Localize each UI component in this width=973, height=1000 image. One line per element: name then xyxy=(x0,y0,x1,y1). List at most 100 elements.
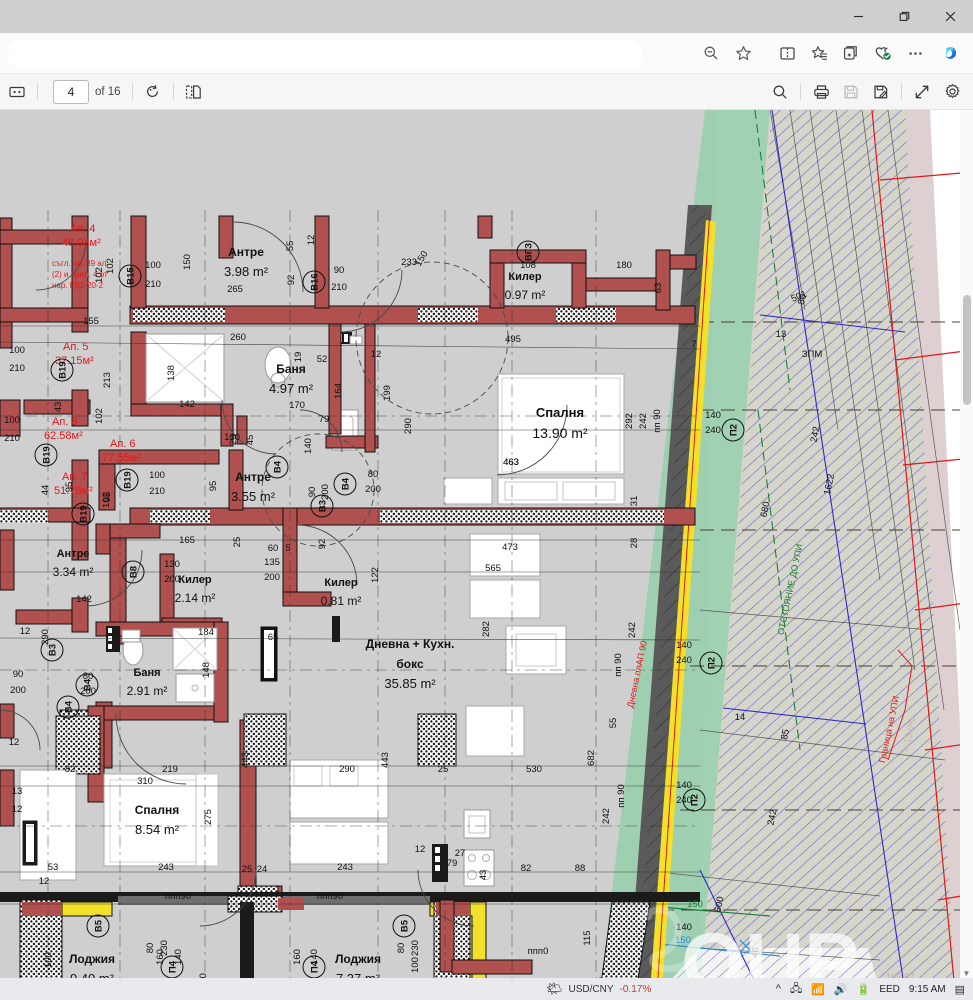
collections-add-icon[interactable] xyxy=(835,37,867,69)
dimension-label: 19 xyxy=(293,352,304,363)
dimension-label: пп 90 xyxy=(616,784,627,808)
settings-gear-icon[interactable] xyxy=(937,79,967,105)
address-bar[interactable] xyxy=(8,40,643,70)
site-annotation: 80 xyxy=(796,293,809,306)
search-icon[interactable] xyxy=(765,79,795,105)
room-area: 8.54 m² xyxy=(135,822,180,837)
dimension-label: 12 xyxy=(20,626,31,637)
room-area: 3.34 m² xyxy=(53,565,94,579)
dimension-label: 292 xyxy=(624,413,635,429)
page-layout-icon[interactable] xyxy=(179,79,209,105)
toolbar-divider-2 xyxy=(131,83,133,100)
room-area: 3.98 m² xyxy=(224,264,269,279)
apartment-number: Ап. 5 xyxy=(63,341,89,353)
dimension-label: 43 xyxy=(53,402,64,413)
chevron-up-icon[interactable]: ^ xyxy=(776,983,781,995)
dimension-label: 12 xyxy=(415,844,426,855)
dimension-label: 210 xyxy=(149,486,165,497)
room-name: Баня xyxy=(133,667,160,679)
vertical-scroll-thumb[interactable] xyxy=(963,295,971,405)
dimension-label: пп 90 xyxy=(613,653,624,677)
dimension-label: 213 xyxy=(102,372,113,388)
dimension-label: 140 xyxy=(303,438,314,454)
vertical-scrollbar[interactable]: ▼ xyxy=(960,110,973,992)
apartment-area: 48.03м² xyxy=(62,237,101,249)
dimension-label: 25 xyxy=(438,764,449,775)
dimension-label: 210 xyxy=(145,279,161,290)
tag-text: В4 xyxy=(64,700,75,713)
page-view-toggle-icon[interactable] xyxy=(2,79,32,105)
tag-text: В15 xyxy=(126,267,137,285)
pdf-document-canvas[interactable]: Антре 3.98 m² Килер 0.97 m² Баня 4.97 m² Спалн… xyxy=(0,110,973,992)
rotate-icon[interactable] xyxy=(138,79,168,105)
dimension-label: 100 xyxy=(145,260,161,271)
dimension-label: 28 xyxy=(629,538,640,549)
wifi-icon[interactable]: 📶 xyxy=(811,983,825,996)
tag-text: В16 xyxy=(310,273,321,290)
browser-essentials-icon[interactable] xyxy=(867,37,899,69)
dimension-label: 155 xyxy=(83,316,99,327)
volume-icon[interactable]: 🔊 xyxy=(834,983,848,996)
window-restore-button[interactable] xyxy=(881,0,927,33)
dimension-label: 180 xyxy=(616,260,632,271)
network-icon[interactable]: 🖧 xyxy=(790,980,802,999)
settings-more-icon[interactable] xyxy=(899,37,931,69)
dimension-label: 200 xyxy=(164,574,180,585)
fit-to-width-icon[interactable] xyxy=(907,79,937,105)
dimension-label: 164 xyxy=(333,383,344,399)
dimension-label: 43 xyxy=(478,870,489,881)
window-titlebar xyxy=(0,0,973,33)
dimension-label: 148 xyxy=(201,662,212,678)
floor-plan-drawing: Антре 3.98 m² Килер 0.97 m² Баня 4.97 m² Спалн… xyxy=(0,110,973,992)
dimension-label: 13 xyxy=(12,786,23,797)
dimension-label: 290 xyxy=(403,418,414,434)
dimension-label: 282 xyxy=(481,621,492,637)
dimension-label: 79 xyxy=(319,414,330,425)
tag-text: В5 xyxy=(94,919,105,932)
battery-icon[interactable]: 🔋 xyxy=(857,983,871,996)
favorite-star-icon[interactable] xyxy=(727,37,759,69)
dimension-label: 25 xyxy=(242,864,253,875)
room-area: 4.97 m² xyxy=(269,381,314,396)
copilot-icon[interactable] xyxy=(935,37,967,69)
dimension-label: 95 xyxy=(64,482,75,493)
dimension-label: 135 xyxy=(264,557,280,568)
language-indicator[interactable]: EED xyxy=(879,984,900,995)
dimension-label: 63 xyxy=(653,283,664,294)
favorites-list-icon[interactable] xyxy=(803,37,835,69)
window-close-button[interactable] xyxy=(927,0,973,33)
dimension-label: 88 xyxy=(575,863,586,874)
dimension-label: 260 xyxy=(230,332,246,343)
dimension-label: 140 xyxy=(676,780,692,791)
page-number-input[interactable]: 4 xyxy=(53,79,89,104)
dimension-label: 102 xyxy=(101,492,112,508)
scroll-down-arrow-icon[interactable]: ▼ xyxy=(961,969,972,978)
print-icon[interactable] xyxy=(806,79,836,105)
dimension-label: 45 xyxy=(245,435,256,446)
window-minimize-button[interactable] xyxy=(835,0,881,33)
room-name-line2: бокс xyxy=(396,657,424,671)
dimension-label: 165 xyxy=(179,535,195,546)
apartment-number: Ап. 4 xyxy=(70,223,96,235)
dimension-label: 65 xyxy=(268,632,279,643)
pdf-toolbar: 4 of 16 xyxy=(0,74,973,110)
room-name: Лоджия xyxy=(69,952,115,966)
tag-text: В4 xyxy=(83,678,94,691)
notifications-icon[interactable]: ▤ xyxy=(955,983,965,996)
dimension-label: 170 xyxy=(289,400,305,411)
dimension-label: 25 xyxy=(232,537,243,548)
room-name: Дневна + Кухн. xyxy=(366,637,455,651)
room-name: Килер xyxy=(324,577,357,589)
dimension-label: 310 xyxy=(137,776,153,787)
split-screen-icon[interactable] xyxy=(771,37,803,69)
dimension-label: 130 xyxy=(164,559,180,570)
save-as-icon[interactable] xyxy=(866,79,896,105)
dimension-label: 60 xyxy=(268,543,279,554)
clock[interactable]: 9:15 AM xyxy=(909,984,946,995)
stock-symbol: USD/CNY xyxy=(568,983,614,995)
dimension-label: ппп90 xyxy=(317,891,343,902)
zoom-out-icon[interactable] xyxy=(695,37,727,69)
room-area: 3.55 m² xyxy=(231,489,276,504)
dimension-label: 140 xyxy=(705,410,721,421)
dimension-label: 52 xyxy=(317,354,328,365)
